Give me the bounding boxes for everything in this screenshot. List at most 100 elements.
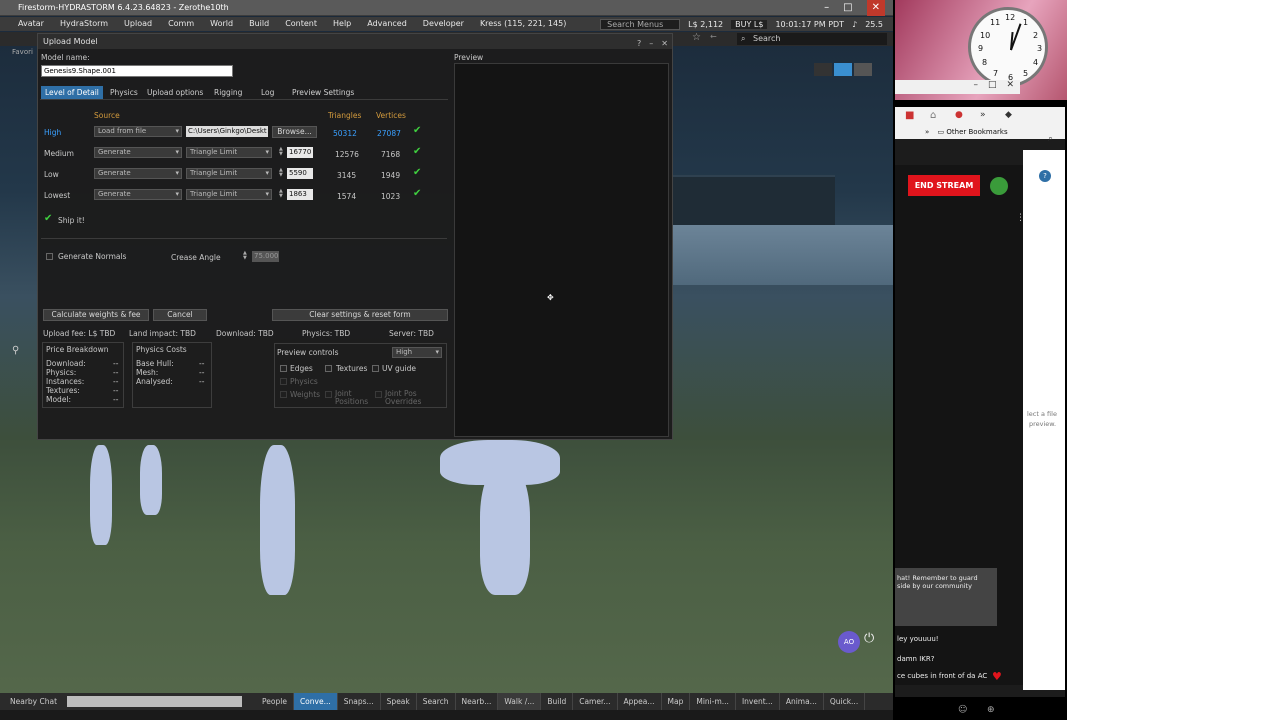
more-chevron-icon[interactable]: » [980, 110, 986, 120]
lod-low-method-select[interactable]: Triangle Limit [186, 168, 272, 179]
buy-currency-button[interactable]: BUY L$ [731, 19, 768, 29]
browse-button[interactable]: Browse... [272, 126, 317, 138]
spinner-arrows-icon[interactable]: ▲ ▼ [279, 189, 285, 200]
lod-high-file-path[interactable]: C:\Users\Ginkgo\Deskt [186, 126, 268, 137]
toolbar-nearby-button[interactable]: Nearb... [456, 693, 499, 710]
emoji-icon[interactable]: ☺ [958, 705, 967, 715]
calculate-weights-button[interactable]: Calculate weights & fee [43, 309, 149, 321]
location-pin-icon[interactable]: ⚲ [12, 345, 19, 356]
toolbar-walk-button[interactable]: Walk /... [498, 693, 542, 710]
physics-costs-panel: Physics Costs Base Hull: -- Mesh: -- Ana… [132, 342, 212, 408]
toolbar-quick-prefs-button[interactable]: Quick... [824, 693, 866, 710]
spinner-arrows-icon[interactable]: ▲ ▼ [279, 168, 285, 179]
close-icon[interactable]: ✕ [866, 0, 885, 16]
tab-preview-settings[interactable]: Preview Settings [288, 86, 358, 99]
tab-rigging[interactable]: Rigging [210, 86, 246, 99]
lod-lowest-limit-input[interactable]: 1863 [287, 189, 313, 200]
toolbar-conversations-button[interactable]: Conve... [293, 693, 338, 710]
location-label[interactable]: Kress (115, 221, 145) [472, 17, 574, 31]
volume-icon[interactable]: ♪ [852, 20, 857, 29]
settings-icon[interactable] [854, 63, 872, 76]
extension-icon[interactable]: ◆ [1005, 110, 1012, 120]
model-preview-canvas[interactable]: ✥ [454, 63, 669, 437]
tab-physics[interactable]: Physics [106, 86, 142, 99]
back-arrow-icon[interactable]: ← [710, 32, 717, 41]
end-stream-button[interactable]: END STREAM [908, 175, 980, 196]
textures-checkbox[interactable] [325, 365, 332, 372]
edges-checkbox[interactable] [280, 365, 287, 372]
tab-log[interactable]: Log [257, 86, 278, 99]
toolbar-minimap-button[interactable]: Mini-m... [690, 693, 736, 710]
close-icon[interactable]: ✕ [1006, 80, 1014, 94]
help-icon[interactable]: ? [1039, 170, 1051, 182]
lod-medium-method-select[interactable]: Triangle Limit [186, 147, 272, 158]
nearby-chat-input[interactable] [67, 696, 243, 707]
joint-overrides-checkbox[interactable] [375, 391, 382, 398]
menu-item-comm[interactable]: Comm [160, 17, 202, 31]
toolbar-search-button[interactable]: Search [417, 693, 456, 710]
favorites-label[interactable]: Favori [12, 48, 33, 56]
clear-settings-button[interactable]: Clear settings & reset form [272, 309, 448, 321]
uv-guide-checkbox[interactable] [372, 365, 379, 372]
menu-item-advanced[interactable]: Advanced [359, 17, 415, 31]
toolbar-camera-button[interactable]: Camer... [573, 693, 618, 710]
tab-upload-options[interactable]: Upload options [143, 86, 207, 99]
nearby-chat-label[interactable]: Nearby Chat [0, 693, 63, 710]
lod-lowest-method-select[interactable]: Triangle Limit [186, 189, 272, 200]
toolbar-people-button[interactable]: People [256, 693, 294, 710]
add-icon[interactable]: ⊕ [987, 705, 995, 715]
other-bookmarks-link[interactable]: Other Bookmarks [946, 128, 1007, 136]
weights-checkbox[interactable] [280, 391, 287, 398]
crease-angle-input[interactable]: 75.000 [252, 251, 279, 262]
physics-checkbox[interactable] [280, 378, 287, 385]
spinner-arrows-icon[interactable]: ▲ ▼ [279, 147, 285, 158]
menu-item-avatar[interactable]: Avatar [10, 17, 52, 31]
cancel-button[interactable]: Cancel [153, 309, 207, 321]
water-icon[interactable] [834, 63, 852, 76]
toolbar-map-button[interactable]: Map [662, 693, 691, 710]
power-icon[interactable]: ⏻ [864, 631, 874, 646]
lod-low-limit-input[interactable]: 5590 [287, 168, 313, 179]
preview-lod-select[interactable]: High [392, 347, 442, 358]
extension-icon[interactable]: ■ [905, 110, 914, 121]
maximize-icon[interactable]: □ [988, 80, 997, 94]
minimize-icon[interactable]: – [649, 36, 653, 51]
menu-item-world[interactable]: World [202, 17, 241, 31]
close-icon[interactable]: ✕ [661, 36, 668, 51]
toolbar-snapshots-button[interactable]: Snaps... [338, 693, 381, 710]
lod-low-source-select[interactable]: Generate [94, 168, 182, 179]
lod-medium-source-select[interactable]: Generate [94, 147, 182, 158]
more-chevron-icon[interactable]: » [925, 128, 929, 136]
tab-level-of-detail[interactable]: Level of Detail [41, 86, 103, 99]
minimize-icon[interactable]: – [824, 0, 829, 16]
model-name-input[interactable]: Genesis9.Shape.001 [41, 65, 233, 77]
menu-item-developer[interactable]: Developer [415, 17, 472, 31]
ao-button[interactable]: AO [838, 631, 860, 653]
menu-item-help[interactable]: Help [325, 17, 359, 31]
toolbar-animations-button[interactable]: Anima... [780, 693, 824, 710]
lod-medium-limit-input[interactable]: 16770 [287, 147, 313, 158]
menu-item-build[interactable]: Build [241, 17, 277, 31]
toolbar-inventory-button[interactable]: Invent... [736, 693, 780, 710]
extension-icon[interactable]: ⌂ [930, 110, 936, 121]
lod-high-source-select[interactable]: Load from file [94, 126, 182, 137]
spinner-arrows-icon[interactable]: ▲ ▼ [243, 251, 249, 262]
toolbar-appearance-button[interactable]: Appea... [618, 693, 662, 710]
search-box[interactable]: ⌕ Search [737, 33, 887, 45]
menu-item-hydrastorm[interactable]: HydraStorm [52, 17, 116, 31]
extension-icon[interactable]: ● [955, 110, 963, 120]
toolbar-build-button[interactable]: Build [541, 693, 574, 710]
maximize-icon[interactable]: □ [843, 0, 852, 16]
menu-item-content[interactable]: Content [277, 17, 325, 31]
toolbar-speak-button[interactable]: Speak [381, 693, 417, 710]
camera-icon[interactable] [814, 63, 832, 76]
joint-positions-checkbox[interactable] [325, 391, 332, 398]
generate-normals-checkbox[interactable] [46, 253, 53, 260]
minimize-icon[interactable]: – [973, 80, 978, 94]
menu-item-upload[interactable]: Upload [116, 17, 160, 31]
star-icon[interactable]: ☆ [692, 32, 701, 43]
search-menus-input[interactable]: Search Menus [600, 18, 681, 30]
lod-lowest-source-select[interactable]: Generate [94, 189, 182, 200]
search-icon[interactable]: ⌕ [1048, 134, 1053, 144]
help-icon[interactable]: ? [637, 36, 641, 51]
